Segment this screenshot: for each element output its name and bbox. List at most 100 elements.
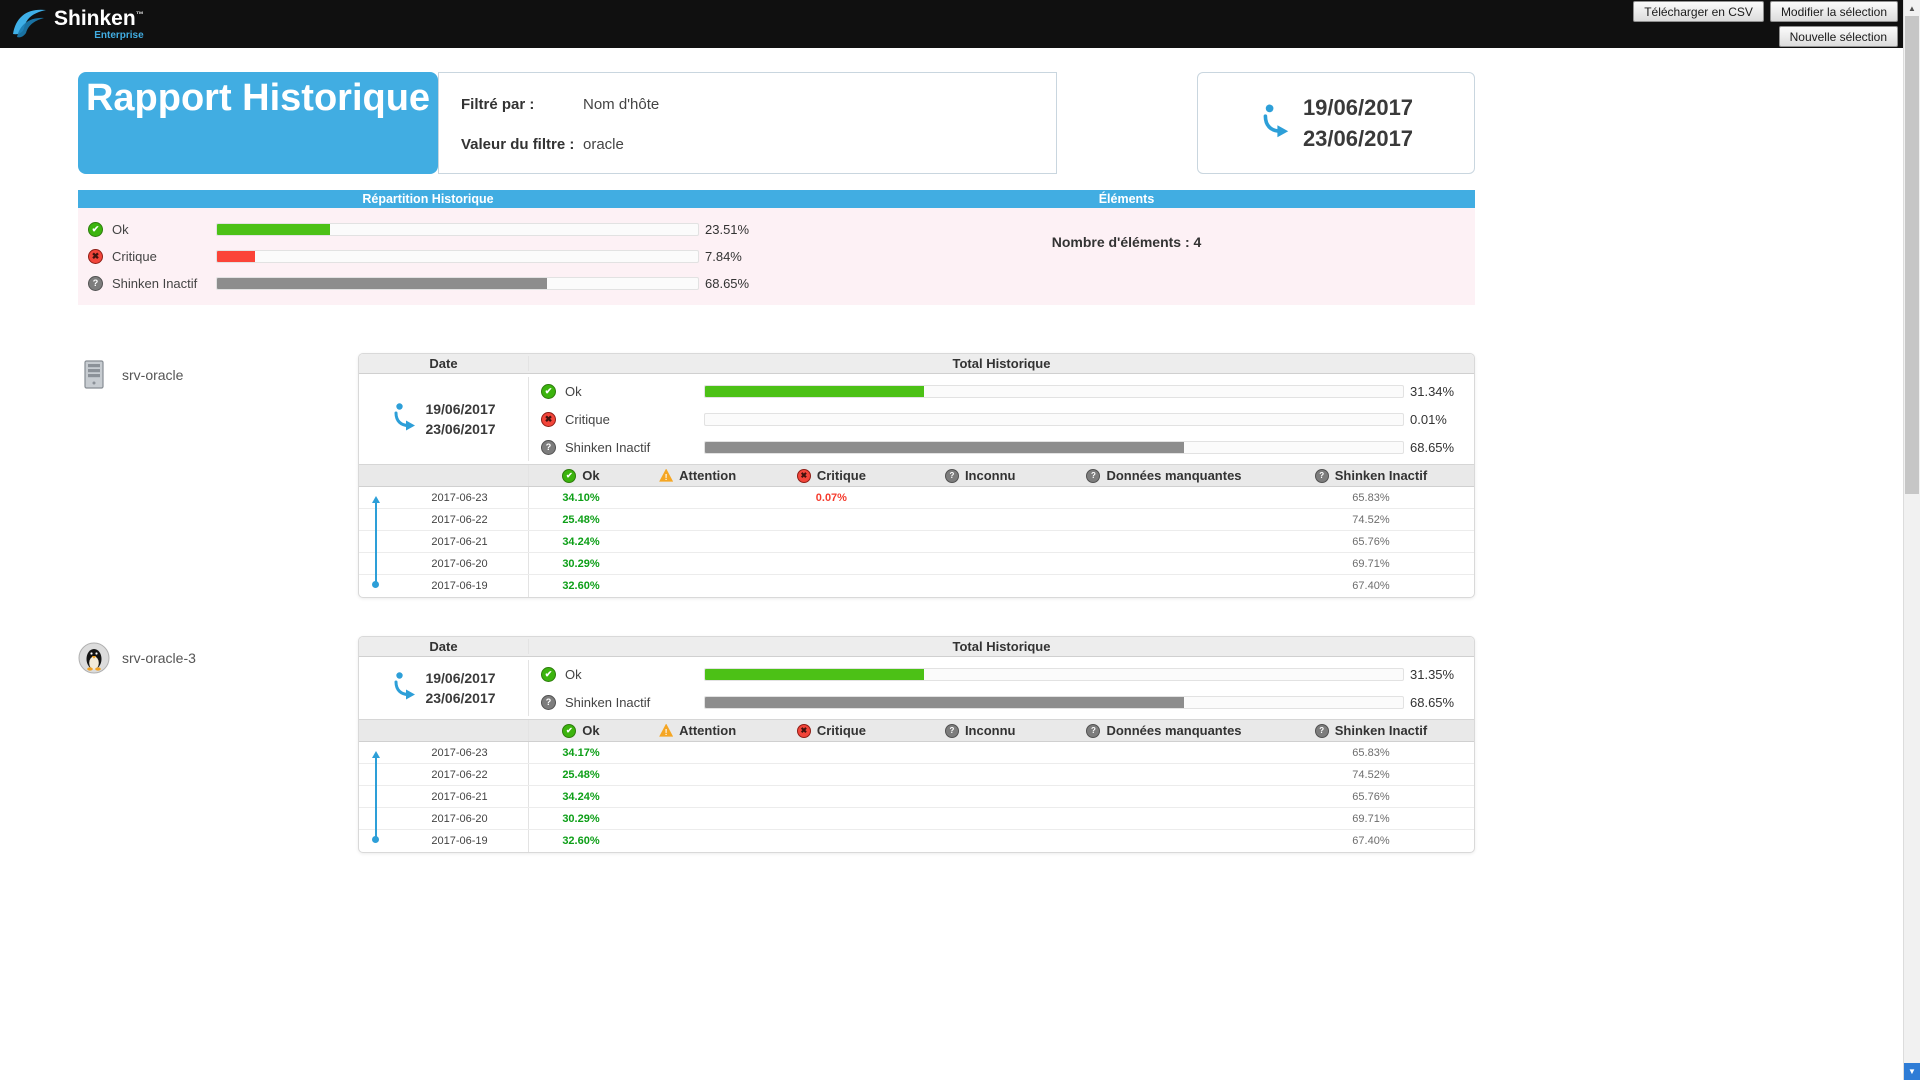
percent-value: 23.51% bbox=[705, 222, 749, 237]
value-missing bbox=[1060, 487, 1268, 508]
value-warning bbox=[633, 742, 762, 763]
progress-fill bbox=[217, 278, 547, 289]
scrollbar-thumb[interactable] bbox=[1905, 16, 1919, 494]
value-unknown bbox=[900, 575, 1060, 597]
scroll-up-arrow-icon[interactable]: ▲ bbox=[1904, 0, 1920, 16]
history-row: 2017-06-2225.48%74.52% bbox=[359, 509, 1474, 531]
host-report-card: DateTotal Historique19/06/201723/06/2017… bbox=[358, 636, 1475, 853]
value-unknown bbox=[900, 742, 1060, 763]
column-label: Shinken Inactif bbox=[1335, 723, 1427, 738]
value-critical bbox=[762, 742, 900, 763]
status-label: Shinken Inactif bbox=[565, 695, 650, 710]
status-columns-header: ✔Ok!Attention✖Critique?Inconnu?Données m… bbox=[359, 720, 1474, 742]
value-unknown bbox=[900, 786, 1060, 807]
column-header-missing: ?Données manquantes bbox=[1060, 465, 1268, 486]
filter-by-label: Filtré par : bbox=[461, 96, 583, 113]
period-end-date: 23/06/2017 bbox=[425, 688, 495, 708]
value-inactive: 65.83% bbox=[1268, 742, 1474, 763]
ok-bar-row: ✔Ok31.34% bbox=[529, 377, 1474, 405]
host-label: srv-oracle bbox=[78, 353, 358, 391]
value-inactive: 65.76% bbox=[1268, 531, 1474, 552]
value-critical: 0.07% bbox=[762, 487, 900, 508]
new-selection-button[interactable]: Nouvelle sélection bbox=[1779, 26, 1898, 47]
columns-header-spacer bbox=[359, 720, 529, 741]
inactive-bar-row: ?Shinken Inactif68.65% bbox=[78, 270, 778, 297]
missing-status-icon: ? bbox=[1086, 724, 1100, 738]
period-dates: 19/06/201723/06/2017 bbox=[425, 399, 495, 440]
period-end-date: 23/06/2017 bbox=[425, 419, 495, 439]
value-unknown bbox=[900, 764, 1060, 785]
value-critical bbox=[762, 531, 900, 552]
critical-status-icon: ✖ bbox=[541, 412, 556, 427]
value-inactive: 69.71% bbox=[1268, 808, 1474, 829]
download-csv-button[interactable]: Télécharger en CSV bbox=[1633, 1, 1764, 22]
ok-status-icon: ✔ bbox=[562, 469, 576, 483]
percent-value: 68.65% bbox=[1410, 440, 1454, 455]
row-date: 2017-06-23 bbox=[359, 487, 529, 508]
column-label: Ok bbox=[582, 468, 599, 483]
row-date: 2017-06-20 bbox=[359, 553, 529, 574]
shinken-logo[interactable]: Shinken™ Enterprise bbox=[10, 4, 144, 45]
value-ok: 32.60% bbox=[529, 575, 633, 597]
period-arrow-icon bbox=[391, 402, 417, 437]
table-header: DateTotal Historique bbox=[359, 637, 1474, 657]
inactive-status-icon: ? bbox=[541, 695, 556, 710]
ok-bar-row: ✔Ok23.51% bbox=[78, 216, 778, 243]
history-row: 2017-06-2134.24%65.76% bbox=[359, 531, 1474, 553]
ok-status-icon: ✔ bbox=[541, 384, 556, 399]
progress-fill bbox=[217, 224, 330, 235]
status-label: Ok bbox=[565, 384, 582, 399]
row-date: 2017-06-19 bbox=[359, 830, 529, 852]
column-header-inactive: ? Shinken Inactif bbox=[1268, 465, 1474, 486]
linux-host-icon bbox=[78, 642, 110, 674]
value-warning bbox=[633, 509, 762, 530]
totals-bars: ✔Ok31.35%?Shinken Inactif68.65% bbox=[529, 660, 1474, 716]
trademark-mark: ™ bbox=[136, 10, 144, 19]
inactive-status-icon: ? bbox=[88, 276, 103, 291]
column-header-critical: ✖Critique bbox=[762, 465, 900, 486]
warning-status-icon: ! bbox=[659, 724, 673, 738]
value-ok: 30.29% bbox=[529, 808, 633, 829]
inactive-status-icon: ? bbox=[1315, 469, 1329, 483]
progress-bar bbox=[704, 441, 1404, 454]
value-critical bbox=[762, 830, 900, 852]
progress-bar bbox=[216, 223, 699, 236]
column-label: Attention bbox=[679, 723, 736, 738]
value-missing bbox=[1060, 742, 1268, 763]
column-header-unknown: ?Inconnu bbox=[900, 465, 1060, 486]
date-column-header: Date bbox=[359, 356, 529, 371]
totals-section: 19/06/201723/06/2017✔Ok31.35%?Shinken In… bbox=[359, 657, 1474, 720]
critical-status-icon: ✖ bbox=[88, 249, 103, 264]
progress-bar bbox=[704, 668, 1404, 681]
column-label: Shinken Inactif bbox=[1335, 468, 1427, 483]
period-start-date: 19/06/2017 bbox=[425, 399, 495, 419]
history-row: 2017-06-1932.60% 67.40% bbox=[359, 575, 1474, 597]
timeline-arrow-icon bbox=[371, 751, 380, 843]
modify-selection-button[interactable]: Modifier la sélection bbox=[1770, 1, 1898, 22]
history-row: 2017-06-1932.60%67.40% bbox=[359, 830, 1474, 852]
value-warning bbox=[633, 553, 762, 574]
scrollbar[interactable]: ▲ ▼ bbox=[1903, 0, 1920, 1080]
totals-bars: ✔Ok31.34%✖Critique0.01%?Shinken Inactif6… bbox=[529, 377, 1474, 461]
value-missing bbox=[1060, 509, 1268, 530]
warning-status-icon: ! bbox=[659, 469, 673, 483]
critical-bar-row: ✖Critique0.01% bbox=[529, 405, 1474, 433]
column-label: Ok bbox=[582, 723, 599, 738]
row-date: 2017-06-19 bbox=[359, 575, 529, 597]
scroll-down-button[interactable]: ▼ bbox=[1904, 1063, 1920, 1080]
percent-value: 68.65% bbox=[705, 276, 749, 291]
value-warning bbox=[633, 786, 762, 807]
column-header-inactive: ?Shinken Inactif bbox=[1268, 720, 1474, 741]
total-column-header: Total Historique bbox=[529, 639, 1474, 654]
status-label: Critique bbox=[565, 412, 610, 427]
inactive-bar-row: ?Shinken Inactif68.65% bbox=[529, 433, 1474, 461]
value-warning bbox=[633, 764, 762, 785]
report-content: Rapport Historique Filtré par : Nom d'hô… bbox=[78, 72, 1475, 853]
value-inactive: 67.40% bbox=[1268, 575, 1474, 597]
value-missing bbox=[1060, 786, 1268, 807]
status-label: Critique bbox=[112, 249, 157, 264]
critical-status-icon: ✖ bbox=[797, 469, 811, 483]
progress-bar bbox=[704, 385, 1404, 398]
percent-value: 7.84% bbox=[705, 249, 742, 264]
progress-bar bbox=[216, 250, 699, 263]
